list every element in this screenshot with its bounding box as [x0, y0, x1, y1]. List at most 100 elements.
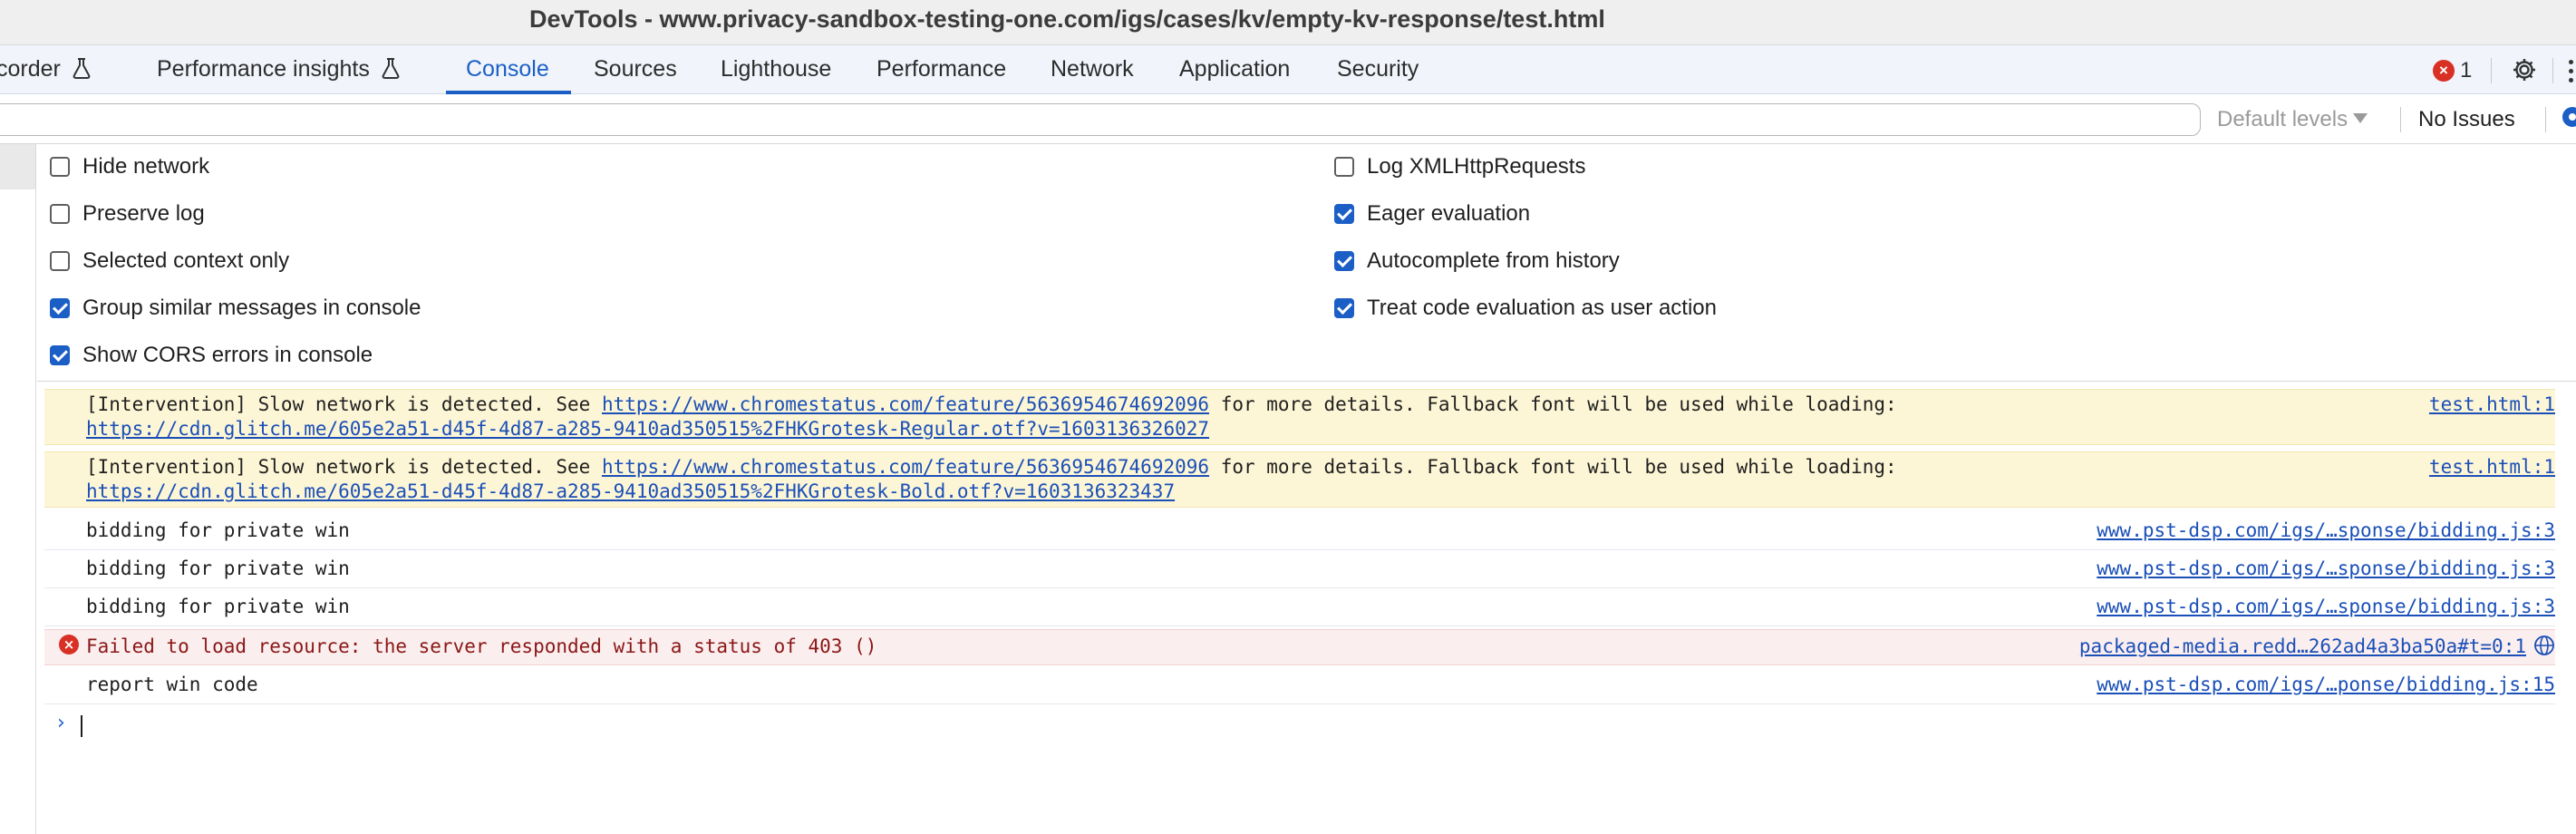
message-link[interactable]: https://www.chromestatus.com/feature/563… [602, 393, 1209, 415]
tab-label: Sources [594, 56, 677, 82]
message-source-link[interactable]: packaged-media.redd…262ad4a3ba50a#t=0:1 [2079, 635, 2526, 657]
tab-network[interactable]: Network [1051, 45, 1134, 94]
checkbox-label: Group similar messages in console [82, 296, 421, 320]
checkbox-label: Autocomplete from history [1367, 248, 1620, 273]
tab-label: Performance [876, 56, 1007, 82]
message-link[interactable]: https://www.chromestatus.com/feature/563… [602, 456, 1209, 478]
window-title-bar: DevTools - www.privacy-sandbox-testing-o… [0, 0, 2576, 45]
console-prompt-chevron-icon: › [57, 712, 65, 734]
error-icon: × [2433, 60, 2455, 82]
hide-network-checkbox[interactable]: Hide network [50, 153, 209, 180]
tab-sources[interactable]: Sources [594, 45, 677, 94]
tab-label: corder [0, 56, 61, 82]
tab-performance[interactable]: Performance [876, 45, 1006, 94]
tab-application[interactable]: Application [1179, 45, 1290, 94]
checkbox-box-checked [50, 298, 70, 318]
checkbox-box-checked [1334, 251, 1354, 271]
log-levels-dropdown[interactable]: Default levels [2217, 103, 2368, 136]
console-input-cursor[interactable] [81, 715, 82, 737]
message-source-link[interactable]: www.pst-dsp.com/igs/…sponse/bidding.js:3 [2097, 596, 2555, 617]
flask-icon [382, 58, 400, 79]
message-text: report win code [86, 674, 258, 695]
message-suffix: for more details. Fallback font will be … [1209, 456, 1897, 478]
message-source-link[interactable]: test.html:1 [2429, 456, 2555, 478]
window-title: DevTools - www.privacy-sandbox-testing-o… [529, 5, 1605, 33]
divider [2400, 107, 2401, 132]
checkbox-label: Log XMLHttpRequests [1367, 154, 1586, 179]
tab-label: Application [1179, 56, 1291, 82]
log-levels-label: Default levels [2217, 107, 2348, 131]
message-source-link[interactable]: www.pst-dsp.com/igs/…sponse/bidding.js:3 [2097, 519, 2555, 541]
console-warning-message: [Intervention] Slow network is detected.… [44, 389, 2555, 445]
tab-recorder[interactable]: corder [0, 45, 92, 94]
network-request-icon[interactable] [2533, 635, 2555, 656]
message-source-link[interactable]: test.html:1 [2429, 393, 2555, 415]
message-prefix: [Intervention] Slow network is detected.… [86, 456, 602, 478]
autocomplete-history-checkbox[interactable]: Autocomplete from history [1334, 247, 1620, 275]
checkbox-box [50, 157, 70, 177]
treat-eval-user-action-checkbox[interactable]: Treat code evaluation as user action [1334, 295, 1717, 322]
checkbox-box-checked [1334, 298, 1354, 318]
preserve-log-checkbox[interactable]: Preserve log [50, 200, 205, 228]
tab-label: Performance insights [157, 56, 370, 82]
checkbox-box-checked [50, 345, 70, 365]
message-text: Failed to load resource: the server resp… [86, 635, 877, 657]
console-log-message: report win code www.pst-dsp.com/igs/…pon… [44, 668, 2555, 704]
tab-lighthouse[interactable]: Lighthouse [721, 45, 831, 94]
console-log-message: bidding for private win www.pst-dsp.com/… [44, 514, 2555, 550]
checkbox-label: Selected context only [82, 248, 290, 273]
divider [2552, 58, 2553, 83]
message-text: [Intervention] Slow network is detected.… [86, 456, 1897, 478]
tab-performance-insights[interactable]: Performance insights [157, 45, 401, 94]
console-warning-message: [Intervention] Slow network is detected.… [44, 451, 2555, 508]
tab-label: Network [1051, 56, 1134, 82]
checkbox-box [50, 204, 70, 224]
issues-button[interactable]: No Issues [2418, 103, 2515, 136]
checkbox-label: Hide network [82, 154, 210, 179]
eager-evaluation-checkbox[interactable]: Eager evaluation [1334, 200, 1530, 228]
selected-context-only-checkbox[interactable]: Selected context only [50, 247, 289, 275]
tab-label: Lighthouse [721, 56, 832, 82]
message-text: [Intervention] Slow network is detected.… [86, 393, 1897, 415]
error-count-badge[interactable]: × 1 [2433, 58, 2472, 83]
log-xmlhttprequests-checkbox[interactable]: Log XMLHttpRequests [1334, 153, 1585, 180]
show-cors-errors-checkbox[interactable]: Show CORS errors in console [50, 342, 373, 369]
message-prefix: [Intervention] Slow network is detected.… [86, 393, 602, 415]
message-text: bidding for private win [86, 558, 350, 579]
message-source-link[interactable]: www.pst-dsp.com/igs/…sponse/bidding.js:3 [2097, 558, 2555, 579]
checkbox-box-checked [1334, 204, 1354, 224]
tab-console[interactable]: Console [446, 45, 571, 94]
checkbox-label: Eager evaluation [1367, 201, 1531, 226]
console-log-message: bidding for private win www.pst-dsp.com/… [44, 552, 2555, 588]
checkbox-label: Show CORS errors in console [82, 343, 373, 367]
console-settings-gear-icon[interactable] [2559, 103, 2576, 131]
message-text: bidding for private win [86, 596, 350, 617]
divider [2545, 107, 2546, 132]
tab-security[interactable]: Security [1337, 45, 1419, 94]
checkbox-label: Preserve log [82, 201, 205, 226]
sidebar-selected-row[interactable] [0, 144, 35, 189]
devtools-tab-bar: corder Performance insights Console Sour… [0, 45, 2576, 94]
checkbox-box [1334, 157, 1354, 177]
caret-down-icon [2353, 113, 2368, 123]
checkbox-box [50, 251, 70, 271]
error-icon: × [59, 635, 79, 655]
console-messages: [Intervention] Slow network is detected.… [37, 382, 2576, 834]
console-filter-bar: Default levels No Issues [0, 94, 2576, 144]
group-similar-checkbox[interactable]: Group similar messages in console [50, 295, 421, 322]
more-options-icon[interactable] [2566, 60, 2576, 83]
message-link[interactable]: https://cdn.glitch.me/605e2a51-d45f-4d87… [86, 418, 1209, 440]
checkbox-label: Treat code evaluation as user action [1367, 296, 1718, 320]
tab-label: Console [466, 56, 549, 82]
console-log-message: bidding for private win www.pst-dsp.com/… [44, 590, 2555, 626]
filter-input[interactable] [0, 103, 2201, 136]
message-link[interactable]: https://cdn.glitch.me/605e2a51-d45f-4d87… [86, 480, 1175, 502]
settings-gear-icon[interactable] [2511, 56, 2538, 83]
message-source-link[interactable]: www.pst-dsp.com/igs/…ponse/bidding.js:15 [2097, 674, 2555, 695]
error-count: 1 [2460, 58, 2473, 82]
console-sidebar-strip [0, 144, 36, 834]
divider [2491, 58, 2492, 83]
console-settings-panel: Hide network Preserve log Selected conte… [37, 144, 2576, 382]
flask-icon [73, 58, 91, 79]
message-suffix: for more details. Fallback font will be … [1209, 393, 1897, 415]
